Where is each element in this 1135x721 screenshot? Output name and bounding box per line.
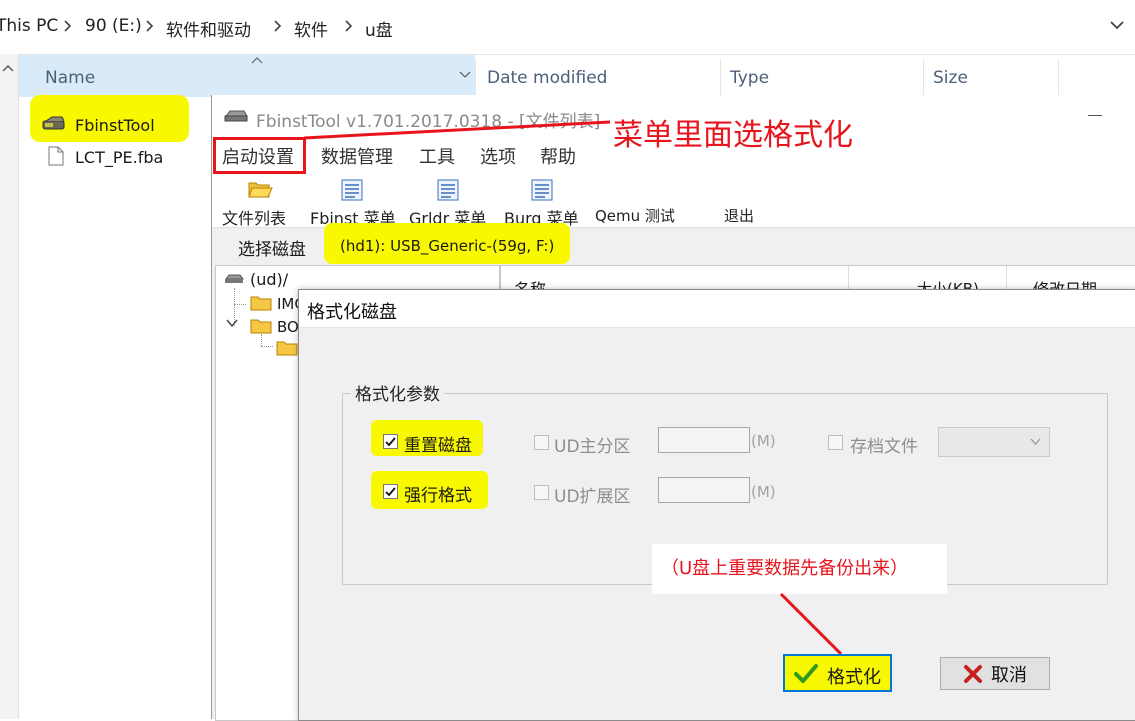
cancel-button-label: 取消 <box>991 664 1027 686</box>
force-format-label: 强行格式 <box>404 486 472 506</box>
disk-select[interactable]: (hd1): USB_Generic-(59g, F:) <box>340 237 554 255</box>
chevron-right-icon <box>146 20 154 32</box>
folder-open-icon <box>247 177 273 201</box>
ud-extended-checkbox[interactable] <box>534 485 549 500</box>
ud-extended-unit: (M) <box>751 483 776 501</box>
ud-primary-size-input[interactable] <box>658 427 750 453</box>
column-name-label[interactable]: Name <box>45 55 95 97</box>
chevron-down-icon[interactable] <box>226 319 238 328</box>
folder-icon <box>250 294 272 311</box>
column-type-label[interactable]: Type <box>730 55 769 97</box>
ud-primary-label: UD主分区 <box>554 437 631 457</box>
address-bar[interactable]: This PC 90 (E:) 软件和驱动 软件 u盘 <box>0 0 1135 55</box>
annotation-menu-note: 菜单里面选格式化 <box>613 118 853 153</box>
folder-icon <box>276 339 298 356</box>
chevron-right-icon <box>64 20 72 32</box>
ud-primary-unit: (M) <box>751 432 776 450</box>
tree-root[interactable]: (ud)/ <box>250 270 288 289</box>
annotation-cover <box>601 165 914 205</box>
column-size-label[interactable]: Size <box>933 55 968 97</box>
column-header: Name Date modified Type Size <box>19 55 1135 97</box>
close-icon <box>963 664 983 684</box>
ud-primary-checkbox[interactable] <box>534 435 549 450</box>
format-button[interactable]: 格式化 <box>783 654 892 692</box>
menu-data-management[interactable]: 数据管理 <box>321 143 393 169</box>
ud-extended-label: UD扩展区 <box>554 487 631 507</box>
breadcrumb-this-pc[interactable]: This PC <box>0 16 58 36</box>
toolbar-exit[interactable]: 退出 <box>724 205 754 226</box>
archive-file-checkbox[interactable] <box>828 435 843 450</box>
dialog-title-bar: 格式化磁盘 <box>299 290 1135 328</box>
chevron-down-icon <box>1030 438 1041 445</box>
chevron-down-icon[interactable] <box>1110 20 1124 30</box>
menu-help[interactable]: 帮助 <box>540 143 576 169</box>
menu-tools[interactable]: 工具 <box>419 143 455 169</box>
drive-icon <box>224 110 248 122</box>
sort-up-icon <box>251 57 263 64</box>
group-title: 格式化参数 <box>351 380 444 405</box>
archive-file-select[interactable] <box>938 427 1050 457</box>
file-name: LCT_PE.fba <box>75 148 164 167</box>
cancel-button[interactable]: 取消 <box>940 657 1050 690</box>
ud-extended-size-input[interactable] <box>658 477 750 503</box>
app-icon <box>42 116 66 132</box>
chevron-right-icon <box>345 20 353 32</box>
format-button-label: 格式化 <box>827 667 881 688</box>
force-format-checkbox[interactable] <box>383 484 398 499</box>
dialog-title: 格式化磁盘 <box>307 302 397 323</box>
annotation-backup-note: （U盘上重要数据先备份出来） <box>661 558 909 579</box>
column-date-label[interactable]: Date modified <box>487 55 607 97</box>
file-icon <box>48 146 64 166</box>
minimize-icon[interactable] <box>1088 115 1102 116</box>
breadcrumb-software-drivers[interactable]: 软件和驱动 <box>166 16 251 41</box>
reset-disk-label: 重置磁盘 <box>404 436 472 456</box>
annotation-arrow <box>303 120 611 140</box>
menu-doc-icon <box>437 179 459 201</box>
annotation-box <box>213 137 306 174</box>
chevron-right-icon <box>274 20 282 32</box>
tree-item[interactable]: BO <box>277 318 299 336</box>
breadcrumb-drive[interactable]: 90 (E:) <box>85 16 142 36</box>
toolbar-file-list[interactable]: 文件列表 <box>222 205 286 229</box>
menu-options[interactable]: 选项 <box>480 143 516 169</box>
menu-doc-icon <box>341 179 363 201</box>
reset-disk-checkbox[interactable] <box>383 434 398 449</box>
breadcrumb-udisk[interactable]: u盘 <box>365 16 393 41</box>
annotation-arrow <box>779 592 843 656</box>
disk-label: 选择磁盘 <box>238 240 306 260</box>
chevron-up-icon[interactable] <box>2 64 14 72</box>
drive-icon <box>224 274 244 284</box>
breadcrumb-software[interactable]: 软件 <box>294 16 328 41</box>
chevron-down-icon[interactable] <box>459 71 471 79</box>
archive-file-label: 存档文件 <box>850 437 918 457</box>
file-name: FbinstTool <box>75 116 155 135</box>
toolbar-qemu-test[interactable]: Qemu 测试 <box>595 205 675 226</box>
format-disk-dialog: 格式化磁盘 格式化参数 重置磁盘 强行格式 UD主分区 (M) UD扩展区 (M… <box>298 289 1135 721</box>
checkmark-icon <box>794 663 818 683</box>
folder-icon <box>250 317 272 334</box>
menu-doc-icon <box>531 179 553 201</box>
navigation-pane[interactable] <box>0 54 19 719</box>
disk-selector-row: 选择磁盘 (hd1): USB_Generic-(59g, F:) <box>212 223 1135 264</box>
